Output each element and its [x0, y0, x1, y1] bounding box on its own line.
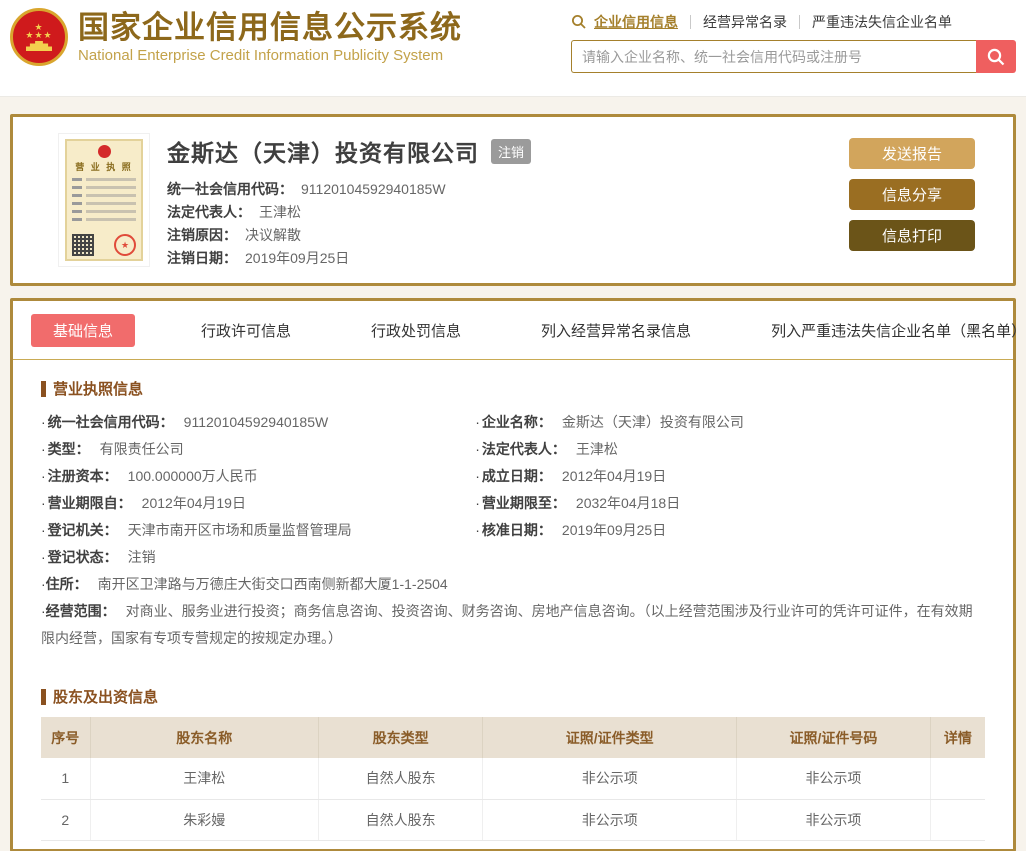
col-header-cert-type: 证照/证件类型 — [482, 717, 738, 758]
send-report-button[interactable]: 发送报告 — [849, 138, 975, 169]
table-header-row: 序号 股东名称 股东类型 证照/证件类型 证照/证件号码 详情 — [41, 717, 985, 758]
license-text-lines — [72, 178, 136, 221]
company-summary-card: 营 业 执 照 ★ 金斯达（天津）投资有限公司 注销 统一社会信用代码： 9112… — [10, 114, 1016, 286]
status-badge: 注销 — [491, 138, 532, 164]
tab-administrative-penalty[interactable]: 行政处罚信息 — [357, 314, 475, 347]
field-establishment-date: · 成立日期： 2012年04月19日 — [475, 468, 667, 484]
field-company-type: · 类型： 有限责任公司 — [41, 441, 184, 457]
section-title-shareholders: 股东及出资信息 — [41, 686, 985, 707]
nav-separator — [690, 15, 691, 29]
search-icon — [571, 14, 587, 30]
col-header-shareholder-type: 股东类型 — [318, 717, 484, 758]
cell-cert-number: 非公示项 — [736, 799, 931, 841]
search-input[interactable] — [571, 40, 976, 73]
table-row: 2 朱彩嫚 自然人股东 非公示项 非公示项 — [41, 799, 985, 841]
license-thumb-title: 营 业 执 照 — [75, 162, 133, 172]
field-address: ·住所： 南开区卫津路与万德庄大街交口西南侧新都大厦1-1-2504 — [41, 576, 448, 592]
site-logo: ★ ★★★ 国家企业信用信息公示系统 National Enterprise Cr… — [10, 8, 462, 66]
site-title: 国家企业信用信息公示系统 — [78, 10, 462, 45]
field-cancellation-reason: 注销原因： 决议解散 — [167, 227, 301, 243]
field-term-to: · 营业期限至： 2032年04月18日 — [475, 495, 681, 511]
col-header-shareholder-name: 股东名称 — [90, 717, 320, 758]
site-subtitle: National Enterprise Credit Information P… — [78, 47, 444, 64]
field-legal-representative: 法定代表人： 王津松 — [167, 204, 301, 220]
tab-administrative-license[interactable]: 行政许可信息 — [187, 314, 305, 347]
field-company-name: · 企业名称： 金斯达（天津）投资有限公司 — [475, 414, 744, 430]
nav-separator — [799, 15, 800, 29]
license-qr-code — [72, 234, 94, 256]
cell-shareholder-type: 自然人股东 — [318, 758, 484, 800]
shareholder-table: 序号 股东名称 股东类型 证照/证件类型 证照/证件号码 详情 1 王津松 自然… — [41, 717, 985, 841]
search-button-icon — [987, 48, 1005, 65]
field-approval-date: · 核准日期： 2019年09月25日 — [475, 522, 667, 538]
company-name: 金斯达（天津）投资有限公司 — [167, 140, 479, 166]
nav-link-serious-violations[interactable]: 严重违法失信企业名单 — [812, 12, 952, 32]
col-header-detail: 详情 — [930, 717, 985, 758]
main-info-card: 基础信息 行政许可信息 行政处罚信息 列入经营异常名录信息 列入严重违法失信企业… — [10, 298, 1026, 851]
business-license-thumbnail: 营 业 执 照 ★ — [59, 134, 149, 266]
section-title-bar — [41, 380, 46, 397]
cell-no: 2 — [41, 799, 91, 841]
national-emblem-logo: ★ ★★★ — [10, 8, 68, 66]
license-fields: · 统一社会信用代码： 91120104592940185W · 类型： 有限责任公司 … — [41, 409, 985, 571]
field-registered-capital: · 注册资本： 100.000000万人民币 — [41, 468, 258, 484]
cell-detail — [930, 758, 985, 800]
field-term-from: · 营业期限自： 2012年04月19日 — [41, 495, 246, 511]
emblem-gate-icon — [26, 41, 52, 51]
col-header-cert-number: 证照/证件号码 — [736, 717, 931, 758]
tab-bar: 基础信息 行政许可信息 行政处罚信息 列入经营异常名录信息 列入严重违法失信企业… — [13, 301, 1026, 360]
nav-link-abnormal-operations[interactable]: 经营异常名录 — [703, 12, 787, 32]
cell-shareholder-name: 朱彩嫚 — [90, 799, 320, 841]
site-header: ★ ★★★ 国家企业信用信息公示系统 National Enterprise Cr… — [0, 0, 1026, 97]
print-info-button[interactable]: 信息打印 — [849, 220, 975, 251]
table-row: 1 王津松 自然人股东 非公示项 非公示项 — [41, 758, 985, 800]
field-credit-code: · 统一社会信用代码： 91120104592940185W — [41, 414, 329, 430]
cell-shareholder-type: 自然人股东 — [318, 799, 484, 841]
tab-abnormal-operations-list[interactable]: 列入经营异常名录信息 — [527, 314, 705, 347]
shareholder-section: 股东及出资信息 序号 股东名称 股东类型 证照/证件类型 证照/证件号码 详情 … — [41, 686, 985, 841]
search-button[interactable] — [976, 40, 1016, 73]
cell-no: 1 — [41, 758, 91, 800]
license-emblem-icon — [97, 145, 111, 158]
cell-cert-type: 非公示项 — [482, 758, 738, 800]
field-business-scope: ·经营范围： 对商业、服务业进行投资；商务信息咨询、投资咨询、财务咨询、房地产信息… — [41, 603, 973, 646]
section-title-business-license: 营业执照信息 — [41, 378, 985, 399]
tab-blacklist[interactable]: 列入严重违法失信企业名单（黑名单）信息 — [757, 314, 1026, 347]
field-registration-authority: · 登记机关： 天津市南开区市场和质量监督管理局 — [41, 522, 352, 538]
col-header-no: 序号 — [41, 717, 91, 758]
tab-basic-info[interactable]: 基础信息 — [31, 314, 136, 347]
top-nav: 企业信用信息 经营异常名录 严重违法失信企业名单 — [571, 12, 1016, 32]
cell-cert-number: 非公示项 — [736, 758, 931, 800]
field-registration-status: · 登记状态： 注销 — [41, 549, 156, 565]
field-cancellation-date: 注销日期： 2019年09月25日 — [167, 250, 350, 266]
section-title-bar — [41, 688, 46, 705]
cell-shareholder-name: 王津松 — [90, 758, 320, 800]
field-credit-code: 统一社会信用代码： 91120104592940185W — [167, 181, 446, 197]
cell-cert-type: 非公示项 — [482, 799, 738, 841]
field-legal-representative: · 法定代表人： 王津松 — [475, 441, 618, 457]
nav-link-enterprise-credit[interactable]: 企业信用信息 — [594, 12, 678, 32]
license-red-seal: ★ — [114, 234, 136, 256]
emblem-stars-icon: ★ ★★★ — [25, 22, 53, 40]
cell-detail — [930, 799, 985, 841]
share-info-button[interactable]: 信息分享 — [849, 179, 975, 210]
